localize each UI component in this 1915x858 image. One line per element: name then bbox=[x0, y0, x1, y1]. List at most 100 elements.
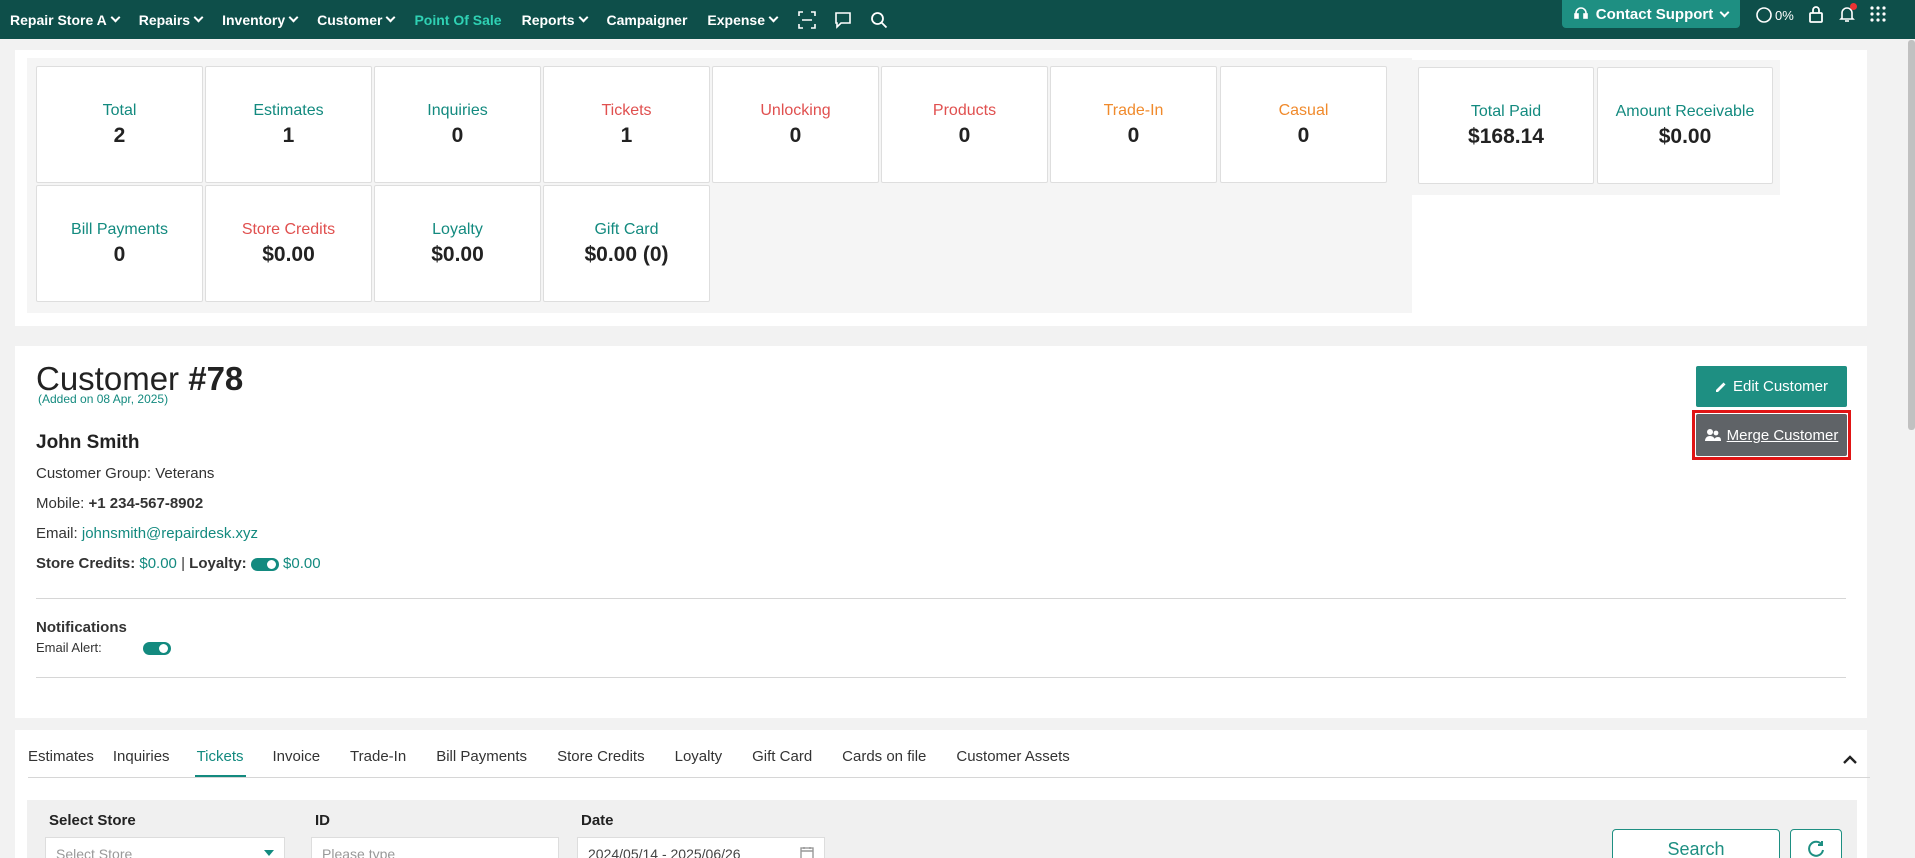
loyalty-value: $0.00 bbox=[283, 555, 321, 572]
stat-value: 0 bbox=[789, 123, 802, 147]
nav-customer-label: Customer bbox=[317, 11, 383, 28]
email-link[interactable]: johnsmith@repairdesk.xyz bbox=[82, 525, 258, 542]
nav-reports[interactable]: Reports bbox=[521, 11, 588, 28]
chevron-down-icon bbox=[768, 12, 779, 23]
stat-card-gift-card[interactable]: Gift Card $0.00 (0) bbox=[543, 185, 710, 302]
customer-panel: Customer #78 (Added on 08 Apr, 2025) Joh… bbox=[15, 346, 1867, 718]
tab-underline bbox=[28, 777, 1870, 778]
stat-card-estimates[interactable]: Estimates 1 bbox=[205, 66, 372, 183]
nav-campaigner[interactable]: Campaigner bbox=[607, 12, 688, 28]
stat-value: 0 bbox=[1297, 123, 1310, 147]
stat-value: $168.14 bbox=[1468, 124, 1544, 148]
chat-icon[interactable] bbox=[833, 10, 853, 30]
refresh-button[interactable] bbox=[1790, 829, 1842, 858]
stat-label: Trade-In bbox=[1103, 101, 1164, 119]
tab-tickets[interactable]: Tickets bbox=[194, 748, 246, 777]
edit-customer-label: Edit Customer bbox=[1732, 378, 1829, 395]
stat-card-amount-receivable[interactable]: Amount Receivable $0.00 bbox=[1597, 67, 1773, 184]
divider bbox=[36, 677, 1846, 678]
store-selector[interactable]: Repair Store A bbox=[10, 11, 121, 28]
stat-value: 0 bbox=[113, 242, 126, 266]
stat-card-store-credits[interactable]: Store Credits $0.00 bbox=[205, 185, 372, 302]
stat-card-tickets[interactable]: Tickets 1 bbox=[543, 66, 710, 183]
progress-indicator[interactable]: 0% bbox=[1756, 7, 1794, 23]
nav-customer[interactable]: Customer bbox=[317, 11, 396, 28]
stat-value: $0.00 (0) bbox=[584, 242, 669, 266]
stat-label: Unlocking bbox=[760, 101, 831, 119]
chevron-up-icon[interactable] bbox=[1840, 750, 1860, 770]
search-icon[interactable] bbox=[869, 10, 889, 30]
stat-card-total[interactable]: Total 2 bbox=[36, 66, 203, 183]
scan-icon[interactable] bbox=[797, 10, 817, 30]
bell-icon[interactable] bbox=[1838, 2, 1857, 26]
tab-loyalty[interactable]: Loyalty bbox=[675, 748, 723, 777]
contact-support-label: Contact Support bbox=[1595, 5, 1714, 23]
calendar-icon bbox=[800, 847, 814, 858]
nav-expense[interactable]: Expense bbox=[707, 11, 779, 28]
tab-store-credits[interactable]: Store Credits bbox=[557, 748, 645, 777]
contact-support-button[interactable]: Contact Support bbox=[1562, 0, 1740, 28]
stat-card-trade-in[interactable]: Trade-In 0 bbox=[1050, 66, 1217, 183]
stat-label: Total Paid bbox=[1470, 102, 1542, 120]
merge-customer-button[interactable]: Merge Customer bbox=[1696, 414, 1847, 456]
stat-card-casual[interactable]: Casual 0 bbox=[1220, 66, 1387, 183]
apps-grid-icon[interactable] bbox=[1870, 5, 1886, 25]
id-filter-label: ID bbox=[315, 812, 330, 829]
mobile-label: Mobile: bbox=[36, 495, 85, 512]
email-alert-toggle[interactable] bbox=[143, 642, 172, 656]
stat-card-products[interactable]: Products 0 bbox=[881, 66, 1048, 183]
search-button-label: Search bbox=[1667, 838, 1725, 858]
notification-dot bbox=[1849, 2, 1857, 10]
nav-point-of-sale[interactable]: Point Of Sale bbox=[414, 12, 501, 28]
tab-gift-card[interactable]: Gift Card bbox=[752, 748, 812, 777]
customer-email: Email: johnsmith@repairdesk.xyz bbox=[36, 525, 258, 542]
stat-value: 1 bbox=[282, 123, 295, 147]
tab-estimates[interactable]: Estimates bbox=[28, 748, 94, 777]
store-select-placeholder: Select Store bbox=[56, 846, 133, 858]
search-button[interactable]: Search bbox=[1612, 829, 1780, 858]
email-alert-label: Email Alert: bbox=[36, 640, 102, 655]
id-input[interactable]: Please type bbox=[311, 837, 559, 858]
stat-value: $0.00 bbox=[1658, 124, 1712, 148]
tab-customer-assets[interactable]: Customer Assets bbox=[956, 748, 1069, 777]
added-date: (Added on 08 Apr, 2025) bbox=[38, 392, 169, 406]
store-select[interactable]: Select Store bbox=[45, 837, 285, 858]
nav-expense-label: Expense bbox=[707, 11, 766, 28]
stat-card-unlocking[interactable]: Unlocking 0 bbox=[712, 66, 879, 183]
date-range-input[interactable]: 2024/05/14 - 2025/06/26 bbox=[577, 837, 825, 858]
page-scrollbar[interactable] bbox=[1908, 40, 1915, 430]
customer-credits: Store Credits: $0.00 | Loyalty: $0.00 bbox=[36, 555, 321, 572]
stat-value: 0 bbox=[958, 123, 971, 147]
tab-bar: Estimates Inquiries Tickets Invoice Trad… bbox=[28, 748, 1089, 777]
stat-card-total-paid[interactable]: Total Paid $168.14 bbox=[1418, 67, 1594, 184]
loyalty-toggle[interactable] bbox=[250, 557, 279, 571]
stat-card-loyalty[interactable]: Loyalty $0.00 bbox=[374, 185, 541, 302]
stat-value: 0 bbox=[451, 123, 464, 147]
tab-cards-on-file[interactable]: Cards on file bbox=[842, 748, 926, 777]
id-input-placeholder: Please type bbox=[322, 846, 396, 858]
pencil-icon bbox=[1715, 382, 1726, 392]
notifications-heading: Notifications bbox=[36, 619, 127, 636]
store-filter-label: Select Store bbox=[49, 812, 136, 829]
nav-reports-label: Reports bbox=[521, 11, 575, 28]
tab-inquiries[interactable]: Inquiries bbox=[113, 748, 170, 777]
stats-counts-area: Total 2 Estimates 1 Inquiries 0 Tickets 1 Un… bbox=[27, 58, 1412, 313]
nav-inventory[interactable]: Inventory bbox=[222, 12, 299, 28]
stat-label: Amount Receivable bbox=[1615, 102, 1755, 120]
tab-invoice[interactable]: Invoice bbox=[273, 748, 321, 777]
store-name: Repair Store A bbox=[10, 11, 107, 28]
nav-repairs[interactable]: Repairs bbox=[139, 12, 204, 28]
date-range-value: 2024/05/14 - 2025/06/26 bbox=[588, 846, 741, 858]
lock-icon[interactable] bbox=[1808, 5, 1824, 26]
stat-card-bill-payments[interactable]: Bill Payments 0 bbox=[36, 185, 203, 302]
edit-customer-button[interactable]: Edit Customer bbox=[1696, 366, 1847, 407]
refresh-icon bbox=[1808, 840, 1824, 857]
store-credits-value[interactable]: $0.00 bbox=[139, 555, 177, 572]
stat-card-inquiries[interactable]: Inquiries 0 bbox=[374, 66, 541, 183]
mobile-value: +1 234-567-8902 bbox=[88, 495, 204, 512]
tab-trade-in[interactable]: Trade-In bbox=[350, 748, 406, 777]
tab-bill-payments[interactable]: Bill Payments bbox=[436, 748, 527, 777]
caret-down-icon bbox=[264, 850, 274, 856]
email-alert-row: Email Alert: bbox=[36, 640, 172, 656]
nav-pos-label: Point Of Sale bbox=[414, 11, 502, 28]
